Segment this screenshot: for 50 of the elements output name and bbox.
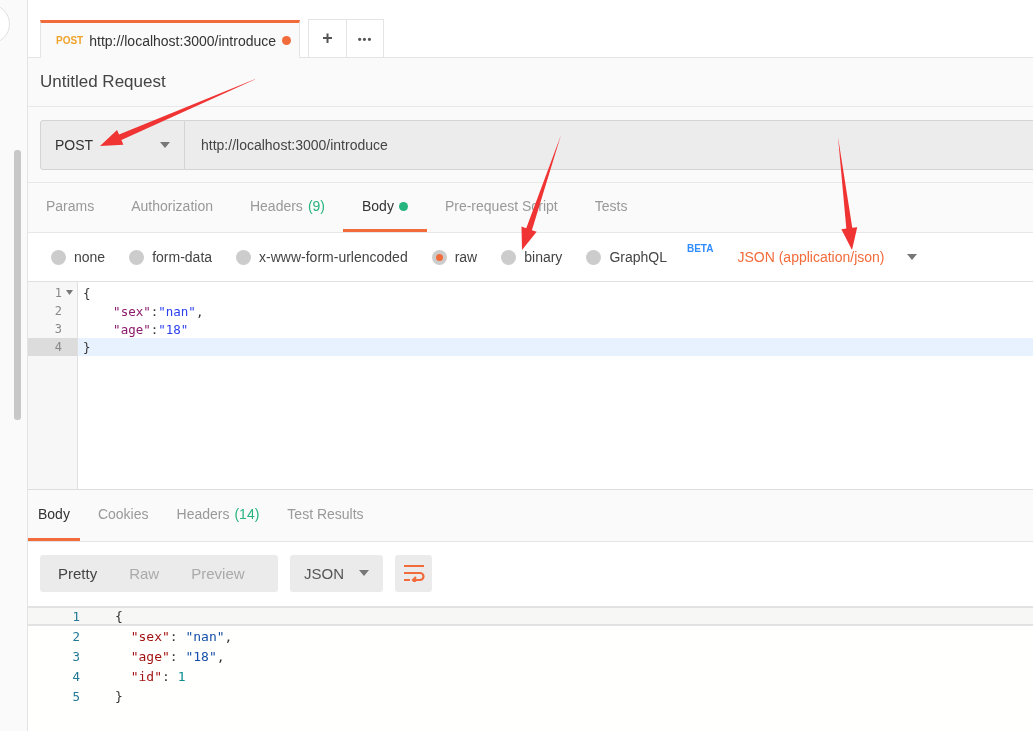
wrap-lines-button[interactable]	[395, 554, 432, 592]
method-select[interactable]: POST	[40, 119, 185, 170]
radio-icon[interactable]	[51, 249, 66, 265]
radio-label: none	[74, 249, 106, 265]
radio-label: binary	[524, 249, 563, 265]
code-line: }	[115, 688, 123, 704]
line-number: 4	[54, 340, 62, 354]
radio-icon[interactable]	[501, 249, 517, 265]
code-line: {	[115, 608, 123, 624]
code-line: "age":"18"	[112, 321, 189, 337]
caret-icon	[359, 570, 369, 576]
scrollbar-thumb[interactable]	[14, 150, 21, 420]
fold-caret-icon[interactable]	[66, 290, 73, 295]
code-line: "sex":"nan",	[112, 303, 204, 319]
beta-label: BETA	[686, 243, 714, 254]
radio-icon[interactable]	[236, 249, 252, 265]
request-tab[interactable]: POST http://localhost:3000/introduce	[40, 20, 301, 58]
line-number: 2	[54, 304, 62, 318]
body-type-radio[interactable]: GraphQL	[586, 249, 667, 265]
caret-icon	[906, 254, 917, 260]
line-number: 3	[71, 648, 80, 664]
radio-label: GraphQL	[609, 249, 667, 265]
body-type-radio[interactable]: form-data	[129, 249, 213, 265]
radio-label: raw	[454, 249, 478, 265]
line-number: 2	[71, 628, 80, 644]
tab-url: http://localhost:3000/introduce	[89, 32, 277, 49]
request-body-editor[interactable]: 1 2 3 4 { "sex":"nan", "age":"18" }	[28, 282, 1033, 490]
line-number: 1	[71, 608, 80, 624]
radio-icon[interactable]	[129, 249, 145, 265]
code-line: }	[83, 339, 91, 355]
radio-icon[interactable]	[431, 249, 447, 265]
radio-icon[interactable]	[586, 249, 602, 265]
body-type-radio[interactable]: none	[51, 249, 106, 265]
line-number: 3	[54, 322, 62, 336]
format-select[interactable]: JSON	[290, 554, 383, 592]
code-line: "sex": "nan",	[129, 628, 233, 644]
body-type-radio[interactable]: binary	[501, 249, 563, 265]
url-field[interactable]: http://localhost:3000/introduce	[185, 119, 1033, 170]
caret-icon	[160, 141, 170, 148]
view-mode-button[interactable]: Pretty	[52, 564, 104, 582]
line-number: 4	[71, 668, 80, 684]
line-number: 5	[71, 688, 80, 704]
code-line: "age": "18",	[129, 648, 225, 664]
code-line: {	[83, 285, 91, 301]
line-number: 1	[54, 286, 62, 300]
body-type-radio[interactable]: raw	[431, 249, 478, 265]
code-line: "id": 1	[129, 668, 186, 684]
request-title: Untitled Request	[40, 72, 166, 92]
method-label: POST	[56, 35, 84, 46]
radio-label: form-data	[152, 249, 213, 265]
